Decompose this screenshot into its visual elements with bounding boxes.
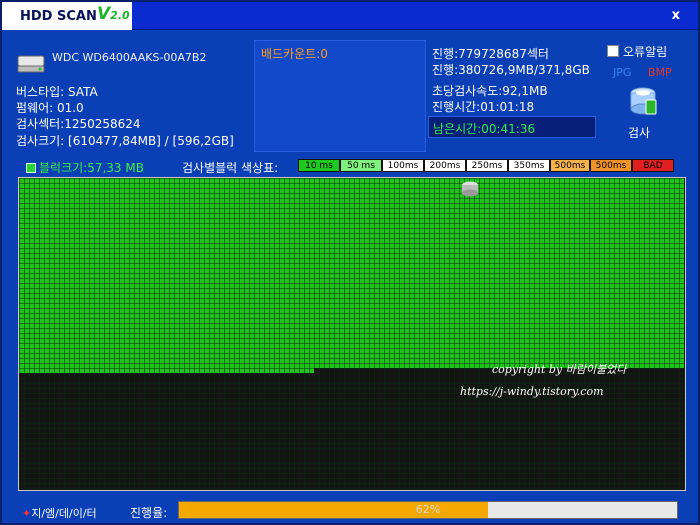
legend-item: 250ms	[466, 159, 508, 172]
jpg-option[interactable]: JPG	[613, 66, 631, 79]
brand-text: 지/엠/데/이/터	[31, 507, 97, 520]
title-bar: HDD SCAN V2.0 x	[2, 2, 698, 30]
scan-sectors: 검사섹터:1250258624	[16, 117, 141, 131]
checkbox-box[interactable]	[607, 45, 619, 57]
bmp-option[interactable]: BMP	[648, 66, 672, 79]
grid-lines	[19, 178, 685, 490]
progress-label: 진행율:	[130, 506, 168, 520]
hdd-scan-window: HDD SCAN V2.0 x WDC WD6400AAKS-00A7B2 버스…	[0, 0, 700, 525]
watermark-url: https://j-windy.tistory.com	[460, 385, 604, 398]
bus-type: 버스타입: SATA	[16, 85, 98, 99]
version-letter: V	[97, 4, 111, 24]
legend-item: 200ms	[424, 159, 466, 172]
legend-item: 500ms	[590, 159, 632, 172]
hard-drive-icon	[17, 55, 45, 73]
legend-item: 100ms	[382, 159, 424, 172]
legend-item: 50 ms	[340, 159, 382, 172]
star-icon: ✦	[22, 507, 32, 520]
app-title-text: HDD SCAN	[20, 9, 97, 24]
green-square-icon	[26, 163, 36, 173]
bad-count-panel: 배드카운트:0	[254, 40, 426, 152]
legend-item: 10 ms	[298, 159, 340, 172]
scan-size: 검사크기: [610477,84MB] / [596,2GB]	[16, 134, 234, 148]
close-button[interactable]: x	[672, 8, 680, 23]
block-grid	[18, 177, 686, 491]
watermark-copyright: copyright by 바람이불었다	[492, 363, 627, 376]
error-alarm-label: 오류알림	[623, 45, 668, 59]
scan-disk-icon[interactable]	[626, 85, 660, 121]
watermark-icon	[462, 181, 478, 197]
progress-bar: 62%	[178, 501, 678, 519]
legend-item: BAD	[632, 159, 674, 172]
color-legend: 10 ms 50 ms 100ms 200ms 250ms 350ms 500ms 500ms…	[298, 159, 674, 172]
progress-percent: 62%	[415, 503, 441, 516]
remaining-time: 남은시간:00:41:36	[428, 116, 596, 138]
disk-model: WDC WD6400AAKS-00A7B2	[52, 51, 207, 64]
legend-item: 350ms	[508, 159, 550, 172]
progress-sectors: 진행:779728687섹터	[432, 47, 549, 61]
brand-label: ✦지/엠/데/이/터	[22, 505, 97, 521]
bad-count: 배드카운트:0	[261, 47, 328, 61]
legend-item: 500ms	[550, 159, 590, 172]
legend-title: 검사별블럭 색상표:	[182, 161, 279, 175]
error-alarm-checkbox[interactable]: 오류알림	[607, 43, 667, 60]
progress-amount: 진행:380726,9MB/371,8GB	[432, 63, 590, 77]
scan-speed: 초당검사속도:92,1MB	[432, 84, 548, 98]
app-version: V2.0	[97, 4, 130, 24]
scan-button[interactable]: 검사	[628, 124, 650, 141]
firmware: 펌웨어: 01.0	[16, 101, 84, 115]
elapsed-time: 진행시간:01:01:18	[432, 100, 535, 114]
block-size-text: 블럭크기:57,33 MB	[39, 161, 144, 175]
block-size: 블럭크기:57,33 MB	[26, 159, 144, 176]
block-grid-canvas	[19, 178, 685, 490]
version-number: 2.0	[110, 9, 130, 22]
